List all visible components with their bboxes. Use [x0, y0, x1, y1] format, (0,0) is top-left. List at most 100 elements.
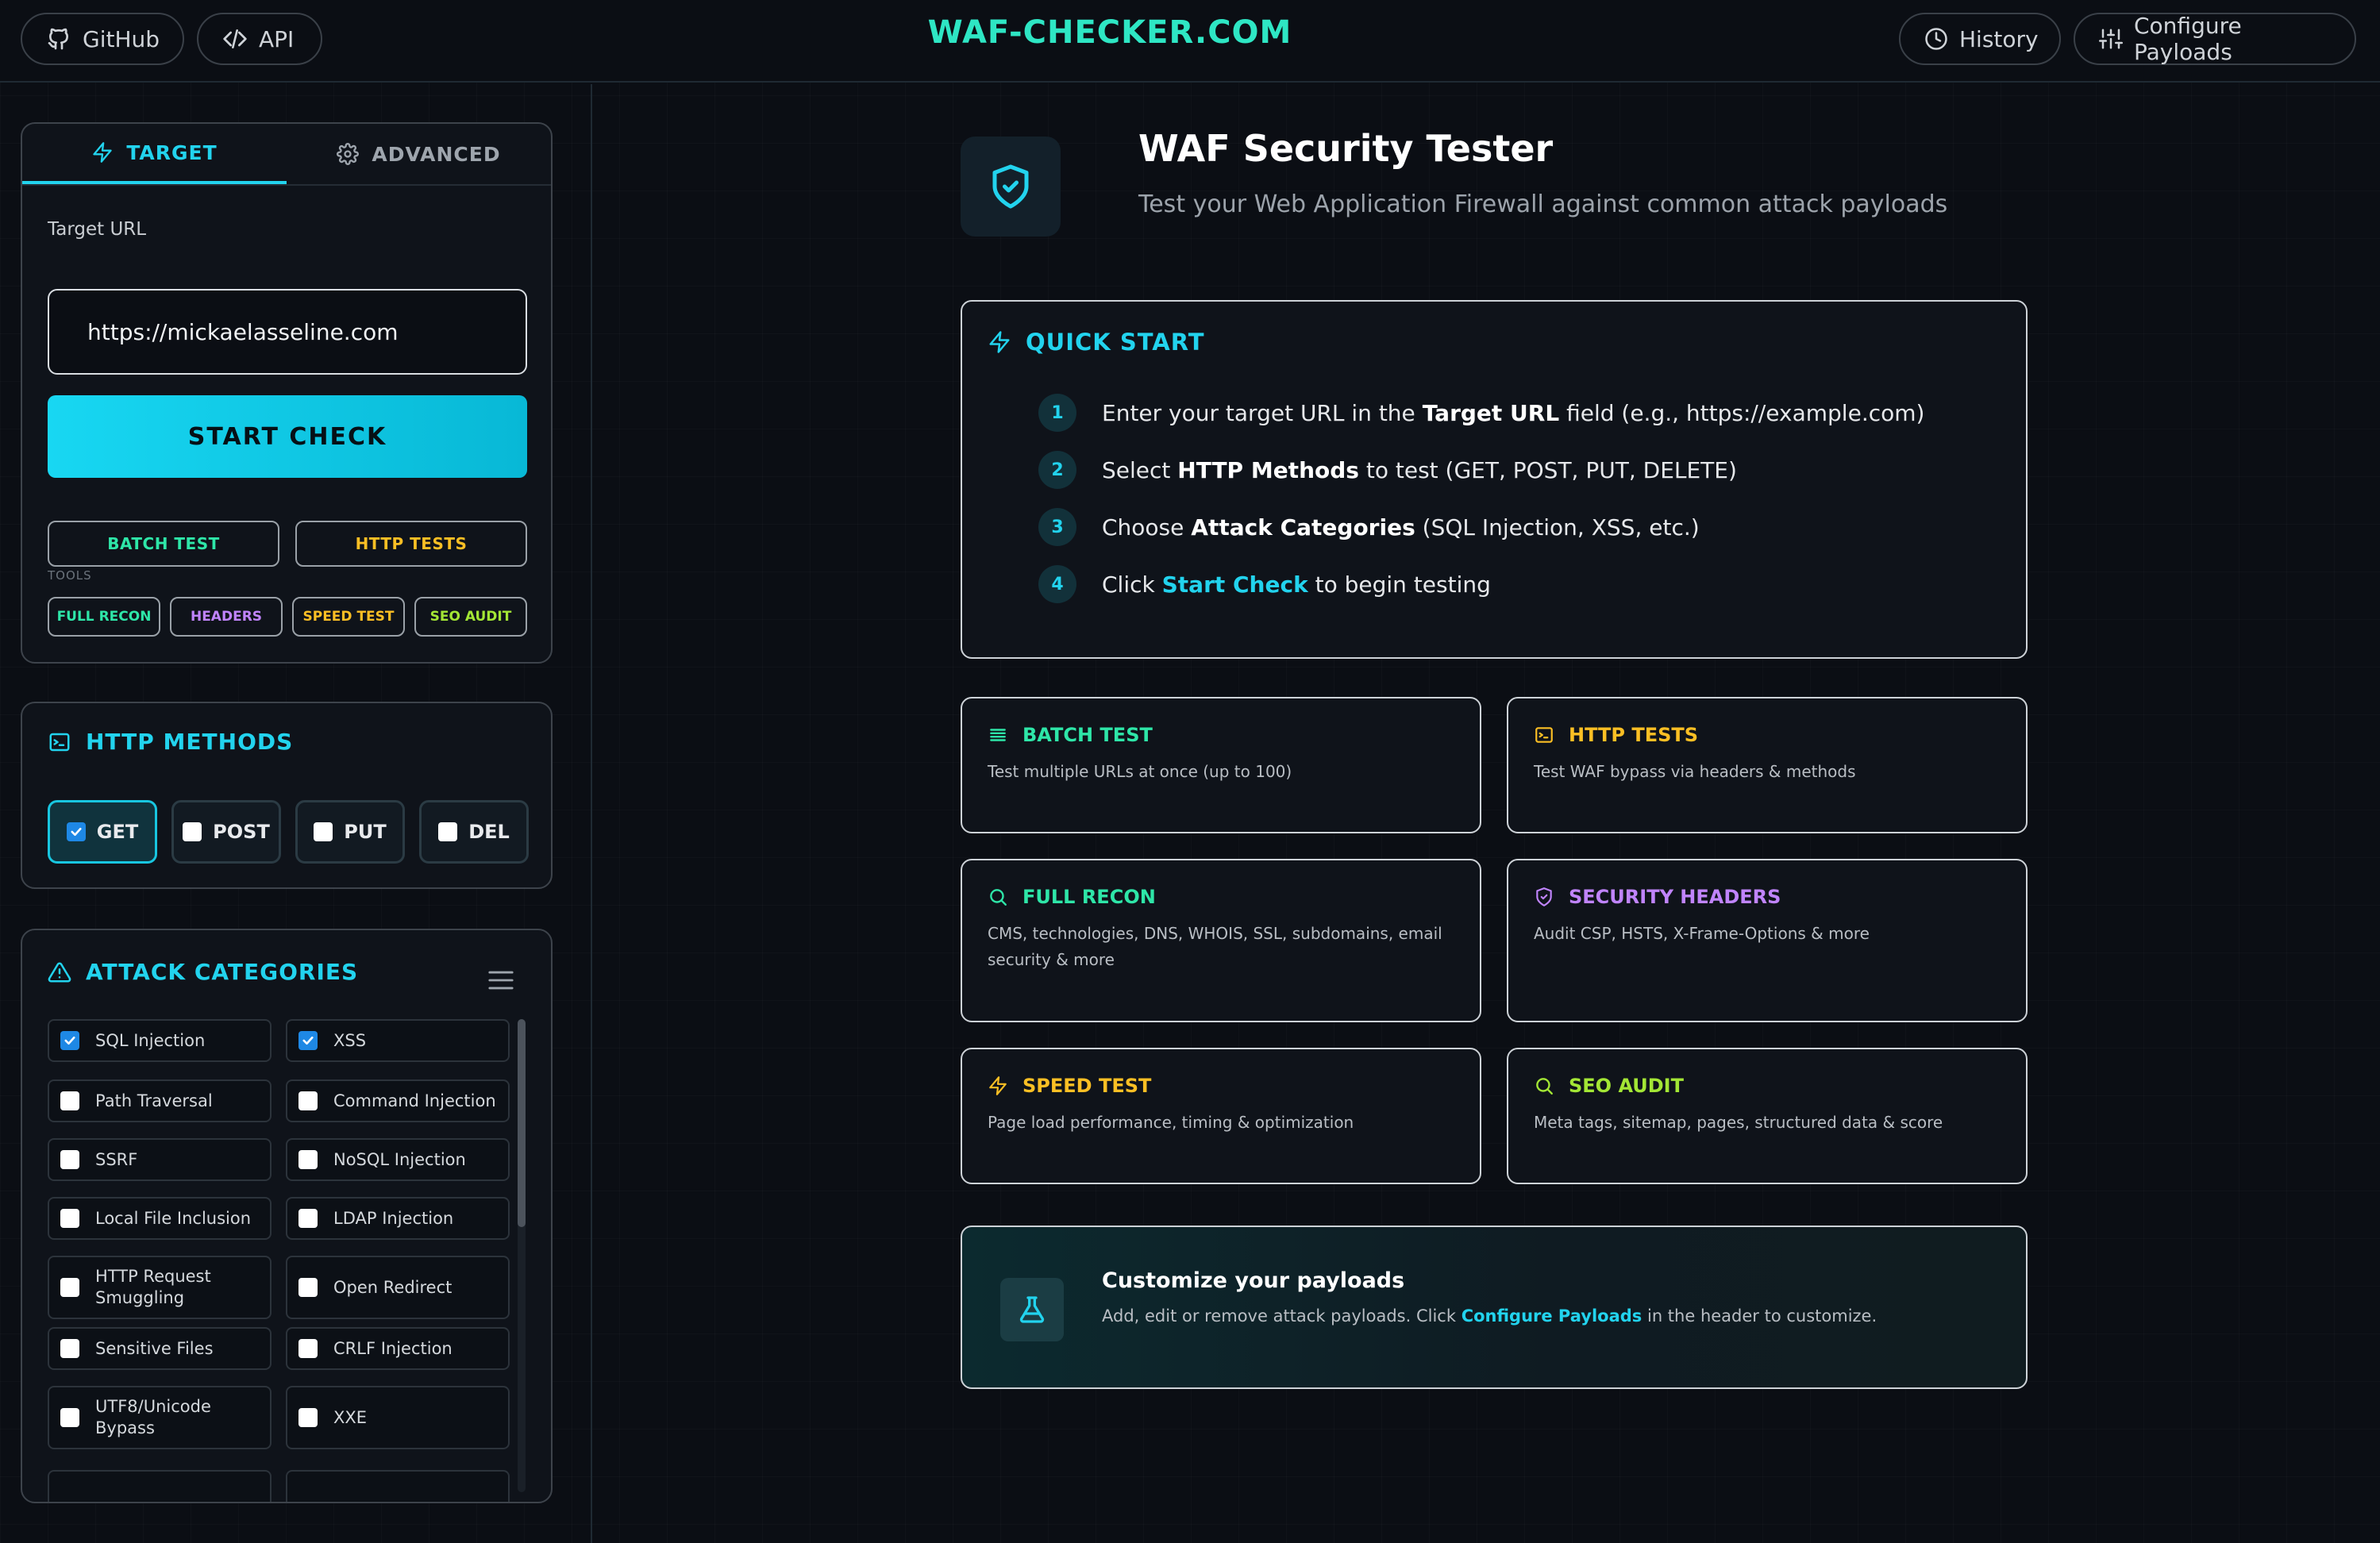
category-path-traversal[interactable]: Path Traversal [48, 1079, 272, 1122]
checkbox[interactable] [183, 822, 202, 841]
feature-title: SECURITY HEADERS [1569, 886, 1781, 908]
seo-audit-tool-button[interactable]: SEO AUDIT [414, 597, 527, 637]
quick-start-step: 2 Select HTTP Methods to test (GET, POST,… [1038, 451, 1737, 489]
step-text-pre: Choose [1102, 514, 1192, 541]
step-number: 3 [1038, 508, 1076, 546]
method-post-toggle[interactable]: POST [171, 800, 281, 864]
feature-card-seo-audit[interactable]: SEO AUDIT Meta tags, sitemap, pages, stru… [1507, 1048, 2028, 1184]
configure-payloads-button[interactable]: Configure Payloads [2074, 13, 2356, 65]
checkbox[interactable] [438, 822, 458, 841]
shield-logo [961, 137, 1061, 237]
feature-title: SEO AUDIT [1569, 1075, 1684, 1097]
configure-payloads-label: Configure Payloads [2134, 13, 2242, 65]
checkbox[interactable] [60, 1209, 79, 1228]
configure-payloads-link[interactable]: Configure Payloads [1462, 1306, 1643, 1326]
method-put-toggle[interactable]: PUT [295, 800, 405, 864]
tools-label: TOOLS [48, 568, 92, 583]
category-utf8-unicode-bypass[interactable]: UTF8/Unicode Bypass [48, 1386, 272, 1449]
http-methods-title: HTTP METHODS [86, 729, 294, 755]
top-header: GitHub API WAF-CHECKER.COM History Confi… [0, 0, 2380, 83]
feature-card-batch-test[interactable]: BATCH TEST Test multiple URLs at once (up… [961, 697, 1481, 833]
category-label: Path Traversal [95, 1091, 213, 1110]
step-number: 2 [1038, 451, 1076, 489]
clock-icon [1924, 27, 1948, 51]
target-url-input[interactable] [48, 289, 527, 375]
full-recon-tool-button[interactable]: FULL RECON [48, 597, 160, 637]
checkbox[interactable] [298, 1150, 318, 1169]
checkbox[interactable] [298, 1278, 318, 1297]
category-http-request-smuggling[interactable]: HTTP Request Smuggling [48, 1256, 272, 1319]
customize-desc-post: in the header to customize. [1642, 1306, 1877, 1326]
checkbox[interactable] [298, 1209, 318, 1228]
seo-audit-tool-label: SEO AUDIT [429, 609, 512, 625]
start-check-button[interactable]: START CHECK [48, 395, 527, 478]
method-get-toggle[interactable]: GET [48, 800, 157, 864]
categories-scrollbar-thumb[interactable] [518, 1019, 526, 1227]
shield-check-icon [1534, 887, 1554, 907]
checkbox[interactable] [298, 1031, 318, 1050]
category-item-partial[interactable] [286, 1470, 510, 1502]
menu-icon[interactable] [487, 968, 514, 992]
checkbox[interactable] [314, 822, 333, 841]
category-nosql-injection[interactable]: NoSQL Injection [286, 1138, 510, 1181]
category-sql-injection[interactable]: SQL Injection [48, 1019, 272, 1062]
tab-advanced[interactable]: ADVANCED [287, 124, 551, 184]
category-command-injection[interactable]: Command Injection [286, 1079, 510, 1122]
category-ldap-injection[interactable]: LDAP Injection [286, 1197, 510, 1240]
feature-description: Audit CSP, HSTS, X-Frame-Options & more [1534, 924, 1870, 943]
headers-tool-button[interactable]: HEADERS [170, 597, 283, 637]
checkbox[interactable] [298, 1408, 318, 1427]
checkbox[interactable] [60, 1150, 79, 1169]
shield-check-icon [987, 163, 1034, 210]
tab-target-label: TARGET [126, 140, 218, 164]
category-sensitive-files[interactable]: Sensitive Files [48, 1327, 272, 1370]
method-label: POST [213, 821, 270, 843]
checkbox[interactable] [60, 1408, 79, 1427]
speed-test-tool-button[interactable]: SPEED TEST [292, 597, 405, 637]
checkbox[interactable] [60, 1339, 79, 1358]
category-label: LDAP Injection [333, 1208, 454, 1228]
category-xxe[interactable]: XXE [286, 1386, 510, 1449]
terminal-icon [1534, 725, 1554, 745]
category-label: CRLF Injection [333, 1338, 453, 1358]
quick-start-title: QUICK START [1026, 329, 1205, 356]
step-text: Enter your target URL in the Target URL … [1102, 400, 1924, 426]
step-text-post: field (e.g., https://example.com) [1559, 399, 1925, 426]
feature-title: HTTP TESTS [1569, 724, 1699, 746]
history-button[interactable]: History [1899, 13, 2061, 65]
customize-description: Add, edit or remove attack payloads. Cli… [1102, 1306, 1877, 1326]
feature-title-row: FULL RECON [988, 886, 1156, 908]
method-label: DEL [468, 821, 510, 843]
category-local-file-inclusion[interactable]: Local File Inclusion [48, 1197, 272, 1240]
checkbox[interactable] [60, 1091, 79, 1110]
bolt-icon [988, 330, 1011, 354]
checkbox[interactable] [298, 1091, 318, 1110]
step-text: Click Start Check to begin testing [1102, 571, 1491, 598]
brand-logo[interactable]: WAF-CHECKER.COM [0, 14, 2220, 51]
search-icon [1534, 1075, 1554, 1096]
customize-title: Customize your payloads [1102, 1268, 1405, 1293]
http-tests-button[interactable]: HTTP TESTS [295, 521, 527, 567]
batch-test-button[interactable]: BATCH TEST [48, 521, 279, 567]
feature-description: CMS, technologies, DNS, WHOIS, SSL, subd… [988, 924, 1442, 969]
feature-card-speed-test[interactable]: SPEED TEST Page load performance, timing … [961, 1048, 1481, 1184]
checkbox[interactable] [60, 1031, 79, 1050]
checkbox[interactable] [66, 822, 86, 841]
category-crlf-injection[interactable]: CRLF Injection [286, 1327, 510, 1370]
feature-card-http-tests[interactable]: HTTP TESTS Test WAF bypass via headers & … [1507, 697, 2028, 833]
feature-card-full-recon[interactable]: FULL RECON CMS, technologies, DNS, WHOIS,… [961, 859, 1481, 1022]
http-methods-header: HTTP METHODS [48, 729, 293, 755]
tab-target[interactable]: TARGET [22, 124, 287, 184]
category-xss[interactable]: XSS [286, 1019, 510, 1062]
step-text-post: to begin testing [1307, 571, 1491, 598]
feature-card-security-headers[interactable]: SECURITY HEADERS Audit CSP, HSTS, X-Frame… [1507, 859, 2028, 1022]
category-open-redirect[interactable]: Open Redirect [286, 1256, 510, 1319]
quick-start-step: 3 Choose Attack Categories (SQL Injection… [1038, 508, 1700, 546]
sidebar: TARGET ADVANCED Target URL START CHECK B… [0, 84, 592, 1543]
checkbox[interactable] [298, 1339, 318, 1358]
flask-icon-box [1000, 1278, 1064, 1341]
category-ssrf[interactable]: SSRF [48, 1138, 272, 1181]
category-item-partial[interactable] [48, 1470, 272, 1502]
checkbox[interactable] [60, 1278, 79, 1297]
method-del-toggle[interactable]: DEL [419, 800, 529, 864]
